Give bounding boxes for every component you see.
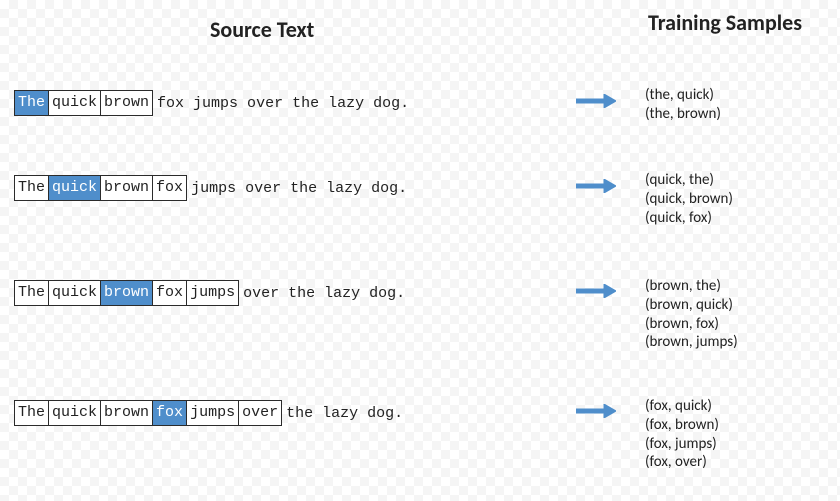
training-pairs: (the, quick)(the, brown) (645, 86, 721, 124)
training-pair: (fox, over) (645, 453, 719, 472)
training-pair: (fox, quick) (645, 397, 719, 416)
context-word: The (14, 280, 49, 306)
context-word: jumps (186, 280, 239, 306)
context-word: over (238, 400, 282, 426)
training-pair: (brown, fox) (645, 315, 738, 334)
training-pair: (quick, fox) (645, 209, 733, 228)
training-pair: (brown, jumps) (645, 333, 738, 352)
training-pair: (fox, brown) (645, 416, 719, 435)
header-training-samples: Training Samples (648, 10, 802, 35)
training-pairs: (fox, quick)(fox, brown)(fox, jumps)(fox… (645, 397, 719, 472)
training-pair: (brown, quick) (645, 296, 738, 315)
context-word: The (14, 400, 49, 426)
window-words: Thequickbrown (14, 90, 153, 116)
context-word: brown (100, 90, 153, 116)
arrow-icon (576, 179, 626, 193)
remaining-text: the lazy dog. (286, 405, 403, 422)
example-row: Thequickbrownfoxjumpsoverthe lazy dog. (14, 400, 403, 426)
arrow-icon (576, 404, 626, 418)
context-word: fox (152, 175, 187, 201)
training-pair: (the, brown) (645, 105, 721, 124)
header-source-text: Source Text (210, 16, 314, 43)
context-word: quick (48, 90, 101, 116)
remaining-text: over the lazy dog. (243, 285, 405, 302)
context-word: The (14, 175, 49, 201)
arrow-icon (576, 284, 626, 298)
training-pairs: (brown, the)(brown, quick)(brown, fox)(b… (645, 277, 738, 352)
context-word: fox (152, 280, 187, 306)
focus-word: The (14, 90, 49, 116)
remaining-text: fox jumps over the lazy dog. (157, 95, 409, 112)
focus-word: quick (48, 175, 101, 201)
training-pair: (brown, the) (645, 277, 738, 296)
training-pair: (quick, the) (645, 171, 733, 190)
training-pair: (the, quick) (645, 86, 721, 105)
context-word: quick (48, 400, 101, 426)
focus-word: fox (152, 400, 187, 426)
example-row: Thequickbrownfoxjumps over the lazy dog. (14, 175, 407, 201)
example-row: Thequickbrownfoxjumpsover the lazy dog. (14, 280, 405, 306)
training-pair: (quick, brown) (645, 190, 733, 209)
context-word: brown (100, 400, 153, 426)
window-words: Thequickbrownfoxjumps (14, 280, 239, 306)
focus-word: brown (100, 280, 153, 306)
remaining-text: jumps over the lazy dog. (191, 180, 407, 197)
window-words: Thequickbrownfox (14, 175, 187, 201)
window-words: Thequickbrownfoxjumpsover (14, 400, 282, 426)
context-word: jumps (186, 400, 239, 426)
example-row: Thequickbrownfox jumps over the lazy dog… (14, 90, 409, 116)
arrow-icon (576, 94, 626, 108)
context-word: brown (100, 175, 153, 201)
training-pairs: (quick, the)(quick, brown)(quick, fox) (645, 171, 733, 227)
training-pair: (fox, jumps) (645, 435, 719, 454)
context-word: quick (48, 280, 101, 306)
